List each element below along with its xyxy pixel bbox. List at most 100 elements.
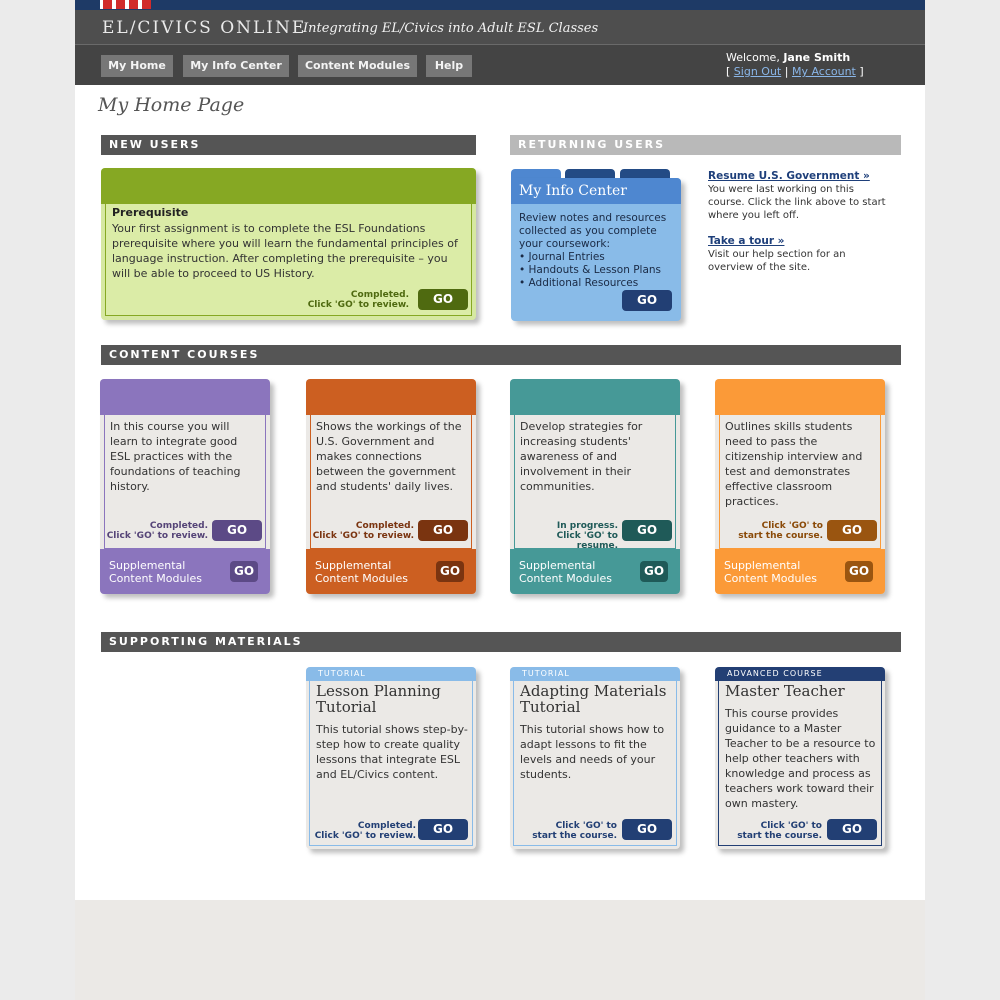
supplemental-label: Supplemental Content Modules [315, 559, 408, 585]
status-line-2: Click 'GO' to review. [312, 531, 414, 541]
course-description: Shows the workings of the U.S. Governmen… [316, 420, 462, 493]
course-status: Click 'GO' to start the course. [738, 521, 823, 541]
card-body: Shows the workings of the U.S. Governmen… [310, 415, 472, 549]
tutorial-title: Lesson Planning Tutorial [316, 682, 441, 716]
nav-help[interactable]: Help [426, 55, 472, 77]
tour-link[interactable]: Take a tour » [708, 235, 888, 248]
user-name: Jane Smith [783, 51, 851, 64]
tutorial-title: Adapting Materials Tutorial [520, 682, 667, 716]
nav-my-home[interactable]: My Home [101, 55, 173, 77]
card-body: Outlines skills students need to pass th… [719, 415, 881, 549]
tutorial-status: Completed. Click 'GO' to review. [315, 821, 416, 841]
card-body: Prerequisite Your first assignment is to… [105, 204, 472, 316]
status-line-2: start the course. [532, 831, 617, 841]
sign-out-link[interactable]: Sign Out [734, 65, 781, 78]
supplemental-modules[interactable]: Supplemental Content Modules GO [100, 549, 270, 594]
course-go-button[interactable]: GO [827, 819, 877, 840]
course-card-government: Shows the workings of the U.S. Governmen… [306, 379, 476, 594]
prerequisite-title: Prerequisite [112, 206, 189, 219]
flag-logo-icon [100, 0, 151, 9]
card-header [100, 379, 270, 415]
course-description: Develop strategies for increasing studen… [520, 420, 643, 493]
welcome-prefix: Welcome, [726, 51, 784, 64]
course-go-button[interactable]: GO [827, 520, 877, 541]
my-account-link[interactable]: My Account [792, 65, 856, 78]
status-line-1: Completed. [149, 521, 208, 531]
status-line-2: Click 'GO' to review. [106, 531, 208, 541]
site-brand[interactable]: EL/CIVICS ONLINE [102, 18, 306, 38]
status-line-2: Click 'GO' to resume. [556, 531, 618, 551]
page: EL/CIVICS ONLINE Integrating EL/Civics i… [75, 0, 925, 1000]
supplemental-modules[interactable]: Supplemental Content Modules GO [715, 549, 885, 594]
tutorial-description: This tutorial shows how to adapt lessons… [520, 723, 665, 781]
status-line-1: Completed. [355, 521, 414, 531]
section-new-users: NEW USERS [101, 135, 476, 155]
nav-my-info-center[interactable]: My Info Center [183, 55, 289, 77]
main-nav: My Home My Info Center Content Modules H… [75, 45, 925, 85]
course-description: Outlines skills students need to pass th… [725, 420, 863, 508]
info-item-resources: • Additional Resources [519, 277, 639, 289]
prerequisite-card: Prerequisite Your first assignment is to… [101, 168, 476, 320]
status-line-2: Click 'GO' to review. [314, 831, 416, 841]
page-title: My Home Page [98, 94, 245, 116]
course-card-master-teacher: ADVANCED COURSE Master Teacher This cour… [715, 667, 885, 849]
returning-links: Resume U.S. Government » You were last w… [708, 170, 888, 274]
supplemental-label: Supplemental Content Modules [109, 559, 202, 585]
tutorial-description: This tutorial shows step-by-step how to … [316, 723, 468, 781]
course-card-history: In this course you will learn to integra… [100, 379, 270, 594]
supplemental-go-button[interactable]: GO [640, 561, 668, 582]
supplemental-label: Supplemental Content Modules [724, 559, 817, 585]
status-line-2: start the course. [738, 531, 823, 541]
info-center-go-button[interactable]: GO [622, 290, 672, 311]
course-status: Completed. Click 'GO' to review. [107, 521, 208, 541]
main-content: My Home Page NEW USERS Prerequisite Your… [75, 85, 925, 900]
info-item-handouts: • Handouts & Lesson Plans [519, 264, 662, 276]
tour-text: Visit our help section for an overview o… [708, 249, 846, 273]
tutorial-go-button[interactable]: GO [622, 819, 672, 840]
top-strip [75, 0, 925, 10]
tutorial-go-button[interactable]: GO [418, 819, 468, 840]
tutorial-card-lesson-planning: TUTORIAL Lesson Planning Tutorial This tu… [306, 667, 476, 849]
section-content-courses: CONTENT COURSES [101, 345, 901, 365]
info-center-body: Review notes and resources collected as … [519, 212, 675, 290]
course-description: This course provides guidance to a Maste… [725, 707, 876, 810]
prerequisite-go-button[interactable]: GO [418, 289, 468, 310]
course-card-community: Develop strategies for increasing studen… [510, 379, 680, 594]
info-center-text: Review notes and resources collected as … [519, 212, 667, 250]
card-header [715, 379, 885, 415]
supplemental-label: Supplemental Content Modules [519, 559, 612, 585]
status-line-1: In progress. [556, 521, 618, 531]
link-separator: | [784, 65, 789, 78]
card-tag: TUTORIAL [306, 667, 476, 681]
section-returning-users: RETURNING USERS [510, 135, 901, 155]
course-status: Click 'GO' to start the course. [737, 821, 822, 841]
tutorial-card-adapting-materials: TUTORIAL Adapting Materials Tutorial This… [510, 667, 680, 849]
course-card-citizenship: Outlines skills students need to pass th… [715, 379, 885, 594]
resume-link[interactable]: Resume U.S. Government » [708, 170, 888, 183]
supplemental-go-button[interactable]: GO [845, 561, 873, 582]
course-go-button[interactable]: GO [212, 520, 262, 541]
course-description: In this course you will learn to integra… [110, 420, 241, 493]
status-line-2: Click 'GO' to review. [307, 300, 409, 310]
nav-content-modules[interactable]: Content Modules [298, 55, 417, 77]
status-line-1: Completed. [357, 821, 416, 831]
supplemental-go-button[interactable]: GO [230, 561, 258, 582]
supplemental-modules[interactable]: Supplemental Content Modules GO [510, 549, 680, 594]
supplemental-modules[interactable]: Supplemental Content Modules GO [306, 549, 476, 594]
prerequisite-status: Completed. Click 'GO' to review. [308, 290, 409, 310]
info-center-title[interactable]: My Info Center [519, 183, 627, 199]
card-body: In this course you will learn to integra… [104, 415, 266, 549]
status-line-2: start the course. [737, 831, 822, 841]
course-go-button[interactable]: GO [418, 520, 468, 541]
card-header [306, 379, 476, 415]
card-tag: ADVANCED COURSE [715, 667, 885, 681]
card-header [510, 379, 680, 415]
supplemental-go-button[interactable]: GO [436, 561, 464, 582]
course-go-button[interactable]: GO [622, 520, 672, 541]
bracket-close: ] [859, 65, 864, 78]
info-item-journal: • Journal Entries [519, 251, 605, 263]
site-tagline: Integrating EL/Civics into Adult ESL Cla… [303, 21, 599, 36]
status-line-1: Click 'GO' to [555, 821, 617, 831]
resume-text: You were last working on this course. Cl… [708, 184, 886, 221]
card-tag: TUTORIAL [510, 667, 680, 681]
